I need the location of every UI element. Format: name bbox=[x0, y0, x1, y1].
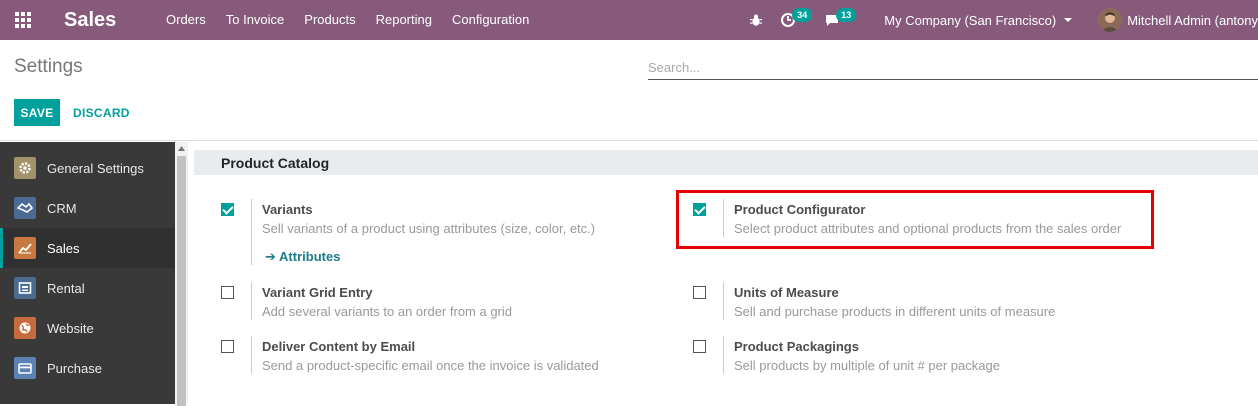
divider bbox=[251, 282, 252, 320]
divider bbox=[723, 282, 724, 320]
sidebar-item-general-settings[interactable]: General Settings bbox=[0, 148, 175, 188]
product-packagings-checkbox[interactable] bbox=[693, 340, 706, 353]
variant-grid-entry-checkbox[interactable] bbox=[221, 286, 234, 299]
section-header bbox=[194, 150, 1258, 175]
company-switcher[interactable]: My Company (San Francisco) bbox=[884, 12, 1073, 28]
card-icon bbox=[14, 357, 36, 379]
rental-icon bbox=[14, 277, 36, 299]
systray: 34 13 My Company (San Francisco) Mitchel… bbox=[736, 0, 1258, 40]
sidebar-item-label: Website bbox=[47, 320, 94, 336]
attributes-link[interactable]: ➔ Attributes bbox=[265, 249, 340, 265]
top-navbar: Sales Orders To Invoice Products Reporti… bbox=[0, 0, 1258, 40]
setting-title: Variants bbox=[262, 202, 313, 217]
sidebar-item-label: Purchase bbox=[47, 360, 102, 376]
sidebar-item-label: General Settings bbox=[47, 160, 144, 176]
scroll-thumb[interactable] bbox=[177, 156, 186, 406]
gear-icon bbox=[14, 157, 36, 179]
debug-bug-icon[interactable] bbox=[736, 0, 776, 40]
discard-button[interactable]: DISCARD bbox=[66, 99, 137, 126]
deliver-content-email-checkbox[interactable] bbox=[221, 340, 234, 353]
sidebar-item-label: Sales bbox=[47, 240, 80, 256]
sidebar-item-label: Rental bbox=[47, 280, 85, 296]
setting-description: Add several variants to an order from a … bbox=[262, 304, 513, 319]
apps-menu-icon[interactable] bbox=[0, 0, 46, 40]
divider bbox=[251, 199, 252, 265]
sidebar-item-crm[interactable]: CRM bbox=[0, 188, 175, 228]
main-menu: Orders To Invoice Products Reporting Con… bbox=[156, 0, 539, 40]
menu-orders[interactable]: Orders bbox=[156, 0, 216, 40]
attributes-link-label: Attributes bbox=[279, 249, 341, 264]
menu-products[interactable]: Products bbox=[294, 0, 365, 40]
messages-chat-icon[interactable]: 13 bbox=[820, 0, 864, 40]
sidebar-item-website[interactable]: Website bbox=[0, 308, 175, 348]
units-of-measure-checkbox[interactable] bbox=[693, 286, 706, 299]
avatar bbox=[1098, 8, 1123, 32]
menu-reporting[interactable]: Reporting bbox=[366, 0, 442, 40]
setting-title: Deliver Content by Email bbox=[262, 339, 416, 354]
message-count-badge: 13 bbox=[836, 8, 857, 22]
app-brand[interactable]: Sales bbox=[64, 9, 156, 32]
handshake-icon bbox=[14, 197, 36, 219]
setting-title: Variant Grid Entry bbox=[262, 285, 373, 300]
setting-description: Sell and purchase products in different … bbox=[734, 304, 1056, 319]
sidebar-scrollbar[interactable] bbox=[175, 142, 188, 406]
setting-title: Product Packagings bbox=[734, 339, 859, 354]
activity-clock-icon[interactable]: 34 bbox=[776, 0, 820, 40]
breadcrumb: Settings bbox=[14, 56, 83, 77]
highlight-box bbox=[676, 190, 1154, 249]
chevron-down-icon bbox=[1064, 18, 1073, 22]
sidebar-item-rental[interactable]: Rental bbox=[0, 268, 175, 308]
arrow-right-icon: ➔ bbox=[265, 249, 276, 264]
sidebar-item-purchase[interactable]: Purchase bbox=[0, 348, 175, 388]
variants-checkbox[interactable] bbox=[221, 203, 234, 216]
chart-icon bbox=[14, 237, 36, 259]
settings-sidebar: General Settings CRM Sales Rental Websit… bbox=[0, 142, 175, 404]
save-button[interactable]: SAVE bbox=[14, 99, 60, 126]
menu-configuration[interactable]: Configuration bbox=[442, 0, 539, 40]
control-panel: Settings SAVE DISCARD bbox=[0, 40, 1258, 141]
sidebar-item-label: CRM bbox=[47, 200, 77, 216]
setting-description: Sell variants of a product using attribu… bbox=[262, 221, 596, 236]
setting-title: Units of Measure bbox=[734, 285, 839, 300]
setting-description: Sell products by multiple of unit # per … bbox=[734, 358, 1000, 373]
divider bbox=[251, 336, 252, 374]
user-menu[interactable]: Mitchell Admin (antony bbox=[1098, 8, 1258, 32]
divider bbox=[723, 336, 724, 374]
menu-to-invoice[interactable]: To Invoice bbox=[216, 0, 295, 40]
scroll-up-arrow-icon[interactable] bbox=[175, 142, 188, 155]
user-name: Mitchell Admin (antony bbox=[1127, 12, 1258, 28]
section-title: Product Catalog bbox=[221, 155, 330, 171]
sidebar-item-sales[interactable]: Sales bbox=[0, 228, 175, 268]
search-input[interactable] bbox=[648, 56, 1258, 80]
globe-icon bbox=[14, 317, 36, 339]
company-name: My Company (San Francisco) bbox=[884, 12, 1057, 28]
activity-count-badge: 34 bbox=[792, 8, 813, 22]
setting-description: Send a product-specific email once the i… bbox=[262, 358, 599, 373]
